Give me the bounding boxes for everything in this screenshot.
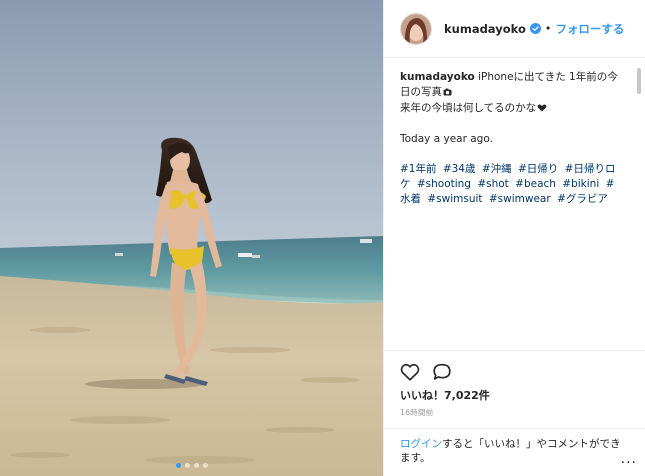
heart-emoji-icon xyxy=(537,102,547,117)
login-prompt: ログインすると「いいね！」やコメントができます。 ... xyxy=(384,428,645,476)
carousel-indicator xyxy=(0,463,383,468)
carousel-dot xyxy=(184,463,190,468)
post-caption: kumadayoko iPhoneに出てきた 1年前の今日の写真 来年の今頃は何… xyxy=(384,58,645,350)
beach-photo xyxy=(0,0,383,476)
follow-button[interactable]: フォローする xyxy=(555,21,624,37)
avatar[interactable] xyxy=(400,12,432,45)
caption-line-2: 来年の今頃は何してるのかな xyxy=(400,102,537,114)
hashtag-link[interactable]: #グラビア xyxy=(557,193,608,205)
hashtag-link[interactable]: #34歳 xyxy=(443,163,476,175)
hashtag-link[interactable]: #1年前 xyxy=(400,163,436,175)
post-photo[interactable] xyxy=(0,0,383,476)
hashtag-link[interactable]: #bikini xyxy=(562,178,599,190)
caption-scrollbar[interactable] xyxy=(637,68,641,94)
post-timestamp: 16時間前 xyxy=(400,408,434,417)
verified-badge-icon xyxy=(529,23,541,34)
hashtag-link[interactable]: #swimwear xyxy=(489,193,551,205)
carousel-dot xyxy=(202,463,208,468)
hashtag-link[interactable]: #沖縄 xyxy=(482,163,512,175)
login-link[interactable]: ログイン xyxy=(400,438,442,450)
hashtag-link[interactable]: #shooting xyxy=(417,178,471,190)
hashtag-link[interactable]: #shot xyxy=(477,178,508,190)
more-options-icon[interactable]: ... xyxy=(621,452,637,466)
separator-dot: • xyxy=(544,22,552,35)
hashtag-list: #1年前 #34歳 #沖縄 #日帰り #日帰りロケ #shooting #sho… xyxy=(400,162,623,207)
hashtag-link[interactable]: #beach xyxy=(515,178,556,190)
heart-outline-icon[interactable] xyxy=(400,363,420,381)
comment-bubble-icon[interactable] xyxy=(432,363,452,381)
caption-line-3: Today a year ago. xyxy=(400,133,493,145)
hashtag-link[interactable]: #日帰り xyxy=(518,163,558,175)
header-username[interactable]: kumadayoko xyxy=(444,22,526,36)
like-count[interactable]: いいね！7,022件 xyxy=(384,381,645,403)
camera-icon xyxy=(443,86,452,101)
carousel-dot xyxy=(193,463,199,468)
post-actions xyxy=(384,350,645,381)
post-side-panel: kumadayoko • フォローする kumadayoko iPhoneに出て… xyxy=(383,0,645,476)
caption-username[interactable]: kumadayoko xyxy=(400,71,475,83)
post-header: kumadayoko • フォローする xyxy=(384,0,645,58)
carousel-dot xyxy=(175,463,181,468)
instagram-post: kumadayoko • フォローする kumadayoko iPhoneに出て… xyxy=(0,0,645,476)
hashtag-link[interactable]: #swimsuit xyxy=(427,193,482,205)
